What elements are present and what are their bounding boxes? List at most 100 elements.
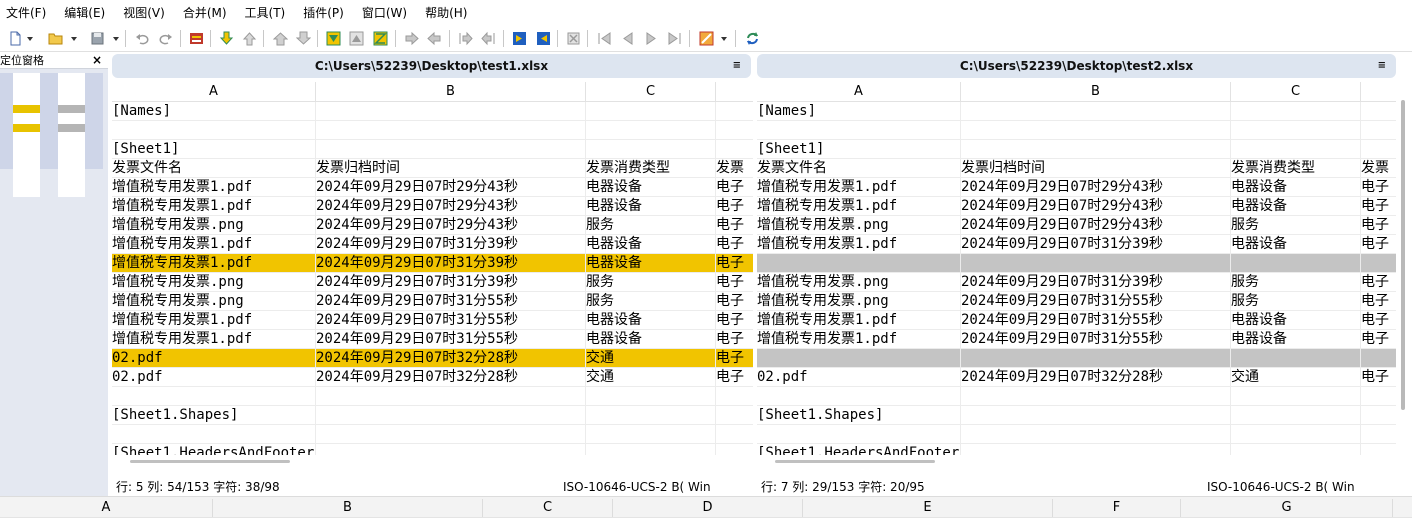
table-cell[interactable] — [316, 387, 586, 405]
table-cell[interactable] — [586, 425, 716, 443]
table-cell[interactable]: 电子 — [1361, 311, 1396, 329]
table-cell[interactable]: 发票文件名 — [112, 159, 316, 177]
table-cell[interactable]: 电子 — [716, 330, 753, 348]
table-cell[interactable]: [Names] — [112, 102, 316, 120]
table-cell[interactable]: 增值税专用发票.png — [757, 216, 961, 234]
table-cell[interactable]: 发票消费类型 — [1231, 159, 1361, 177]
column-header-d[interactable] — [716, 82, 753, 102]
detail-column-f[interactable]: F — [1053, 499, 1181, 517]
table-row[interactable]: 增值税专用发票.png 2024年09月29日07时31分55秒 服务 电子 — [112, 292, 753, 311]
left-horizontal-scrollbar[interactable] — [112, 460, 753, 466]
right-grid[interactable]: A B C [Names] [Sheet1] 发票文件名 发票归档时间 发票消费类型 发票… — [757, 82, 1396, 455]
table-cell[interactable]: 2024年09月29日07时31分55秒 — [961, 292, 1231, 310]
copy-to-right-button[interactable] — [324, 29, 342, 47]
table-cell[interactable]: 增值税专用发票.png — [112, 292, 316, 310]
detail-column-c[interactable]: C — [483, 499, 613, 517]
table-cell[interactable]: 2024年09月29日07时32分28秒 — [961, 368, 1231, 386]
table-row[interactable]: 增值税专用发票.png 2024年09月29日07时29分43秒 服务 电子 — [757, 216, 1396, 235]
table-cell[interactable]: 电器设备 — [586, 178, 716, 196]
table-row[interactable]: 增值税专用发票1.pdf 2024年09月29日07时31分39秒 电器设备 电子 — [112, 235, 753, 254]
table-cell[interactable] — [1231, 121, 1361, 139]
detail-column-e[interactable]: E — [803, 499, 1053, 517]
first-diff-button[interactable] — [271, 29, 289, 47]
table-cell[interactable]: 服务 — [586, 292, 716, 310]
table-cell[interactable] — [961, 444, 1231, 455]
table-row[interactable] — [757, 121, 1396, 140]
table-cell[interactable] — [757, 425, 961, 443]
table-cell[interactable]: 电子 — [1361, 292, 1396, 310]
table-cell[interactable] — [316, 444, 586, 455]
table-cell[interactable]: 2024年09月29日07时31分55秒 — [961, 330, 1231, 348]
table-cell[interactable] — [586, 102, 716, 120]
table-cell[interactable]: 发票归档时间 — [316, 159, 586, 177]
menu-tools[interactable]: 工具(T) — [245, 0, 295, 26]
right-horizontal-scrollbar[interactable] — [757, 460, 1396, 466]
diff-row[interactable]: 增值税专用发票1.pdf 2024年09月29日07时31分39秒 电器设备 电子 — [112, 254, 753, 273]
table-row[interactable]: 增值税专用发票.png 2024年09月29日07时31分55秒 服务 电子 — [757, 292, 1396, 311]
left-grid[interactable]: A B C [Names] [Sheet1] 发票文件名 发票归档时间 发票消费类型 发票… — [112, 82, 753, 455]
right-file-path[interactable]: C:\Users\52239\Desktop\test2.xlsx ≡ — [757, 54, 1396, 78]
table-cell[interactable]: 02.pdf — [757, 368, 961, 386]
table-row[interactable]: 增值税专用发票1.pdf 2024年09月29日07时31分55秒 电器设备 电子 — [112, 330, 753, 349]
table-cell[interactable]: 电子 — [716, 197, 753, 215]
close-icon[interactable]: × — [92, 52, 102, 68]
table-cell[interactable]: 电子 — [1361, 273, 1396, 291]
table-cell[interactable]: 增值税专用发票1.pdf — [757, 235, 961, 253]
diff-row[interactable]: 02.pdf 2024年09月29日07时32分28秒 交通 电子 — [112, 349, 753, 368]
table-cell[interactable] — [716, 425, 753, 443]
table-cell[interactable]: 电子 — [1361, 368, 1396, 386]
table-cell[interactable] — [961, 102, 1231, 120]
column-header-b[interactable]: B — [316, 82, 586, 102]
table-cell[interactable]: 发票归档时间 — [961, 159, 1231, 177]
table-row[interactable]: 发票文件名 发票归档时间 发票消费类型 发票 — [112, 159, 753, 178]
table-cell[interactable]: 发票 — [1361, 159, 1396, 177]
table-cell[interactable]: 2024年09月29日07时31分55秒 — [316, 292, 586, 310]
table-cell[interactable]: 电器设备 — [1231, 330, 1361, 348]
table-row[interactable]: 增值税专用发票.png 2024年09月29日07时31分39秒 服务 电子 — [757, 273, 1396, 292]
table-cell[interactable] — [961, 121, 1231, 139]
compare-button[interactable] — [187, 29, 205, 47]
table-cell[interactable] — [716, 444, 753, 455]
table-cell[interactable] — [316, 425, 586, 443]
table-row[interactable]: [Names] — [757, 102, 1396, 121]
table-row[interactable] — [757, 425, 1396, 444]
table-cell[interactable]: 增值税专用发票.png — [112, 216, 316, 234]
all-right-button[interactable] — [510, 29, 528, 47]
table-cell[interactable] — [316, 140, 586, 158]
table-cell[interactable]: 电子 — [1361, 178, 1396, 196]
table-cell[interactable]: 增值税专用发票.png — [757, 273, 961, 291]
table-cell[interactable] — [757, 121, 961, 139]
table-row[interactable]: 发票文件名 发票归档时间 发票消费类型 发票 — [757, 159, 1396, 178]
table-cell[interactable] — [1361, 387, 1396, 405]
table-cell[interactable] — [1231, 387, 1361, 405]
table-cell[interactable] — [1361, 406, 1396, 424]
undo-button[interactable] — [133, 29, 151, 47]
table-cell[interactable]: 电器设备 — [586, 254, 716, 272]
table-cell[interactable] — [1361, 349, 1396, 367]
table-cell[interactable]: 服务 — [1231, 273, 1361, 291]
table-cell[interactable]: 交通 — [586, 349, 716, 367]
table-cell[interactable]: 增值税专用发票1.pdf — [112, 178, 316, 196]
table-cell[interactable]: 增值税专用发票1.pdf — [112, 235, 316, 253]
table-cell[interactable] — [716, 102, 753, 120]
table-row[interactable] — [112, 121, 753, 140]
table-row[interactable]: 增值税专用发票1.pdf 2024年09月29日07时31分39秒 电器设备 电子 — [757, 235, 1396, 254]
options-button[interactable] — [697, 29, 715, 47]
table-cell[interactable] — [961, 254, 1231, 272]
table-cell[interactable] — [586, 406, 716, 424]
table-row[interactable]: 增值税专用发票1.pdf 2024年09月29日07时29分43秒 电器设备 电子 — [757, 197, 1396, 216]
table-cell[interactable]: 增值税专用发票1.pdf — [112, 197, 316, 215]
table-cell[interactable] — [757, 387, 961, 405]
menu-file[interactable]: 文件(F) — [6, 0, 55, 26]
table-cell[interactable]: 电子 — [716, 235, 753, 253]
table-cell[interactable] — [961, 349, 1231, 367]
table-cell[interactable]: 增值税专用发票1.pdf — [112, 311, 316, 329]
table-cell[interactable]: 增值税专用发票1.pdf — [112, 330, 316, 348]
table-cell[interactable]: 电子 — [716, 292, 753, 310]
table-cell[interactable] — [586, 140, 716, 158]
table-cell[interactable]: 交通 — [586, 368, 716, 386]
table-cell[interactable] — [757, 349, 961, 367]
redo-button[interactable] — [156, 29, 174, 47]
column-header-a[interactable]: A — [112, 82, 316, 102]
table-cell[interactable]: 电子 — [716, 311, 753, 329]
